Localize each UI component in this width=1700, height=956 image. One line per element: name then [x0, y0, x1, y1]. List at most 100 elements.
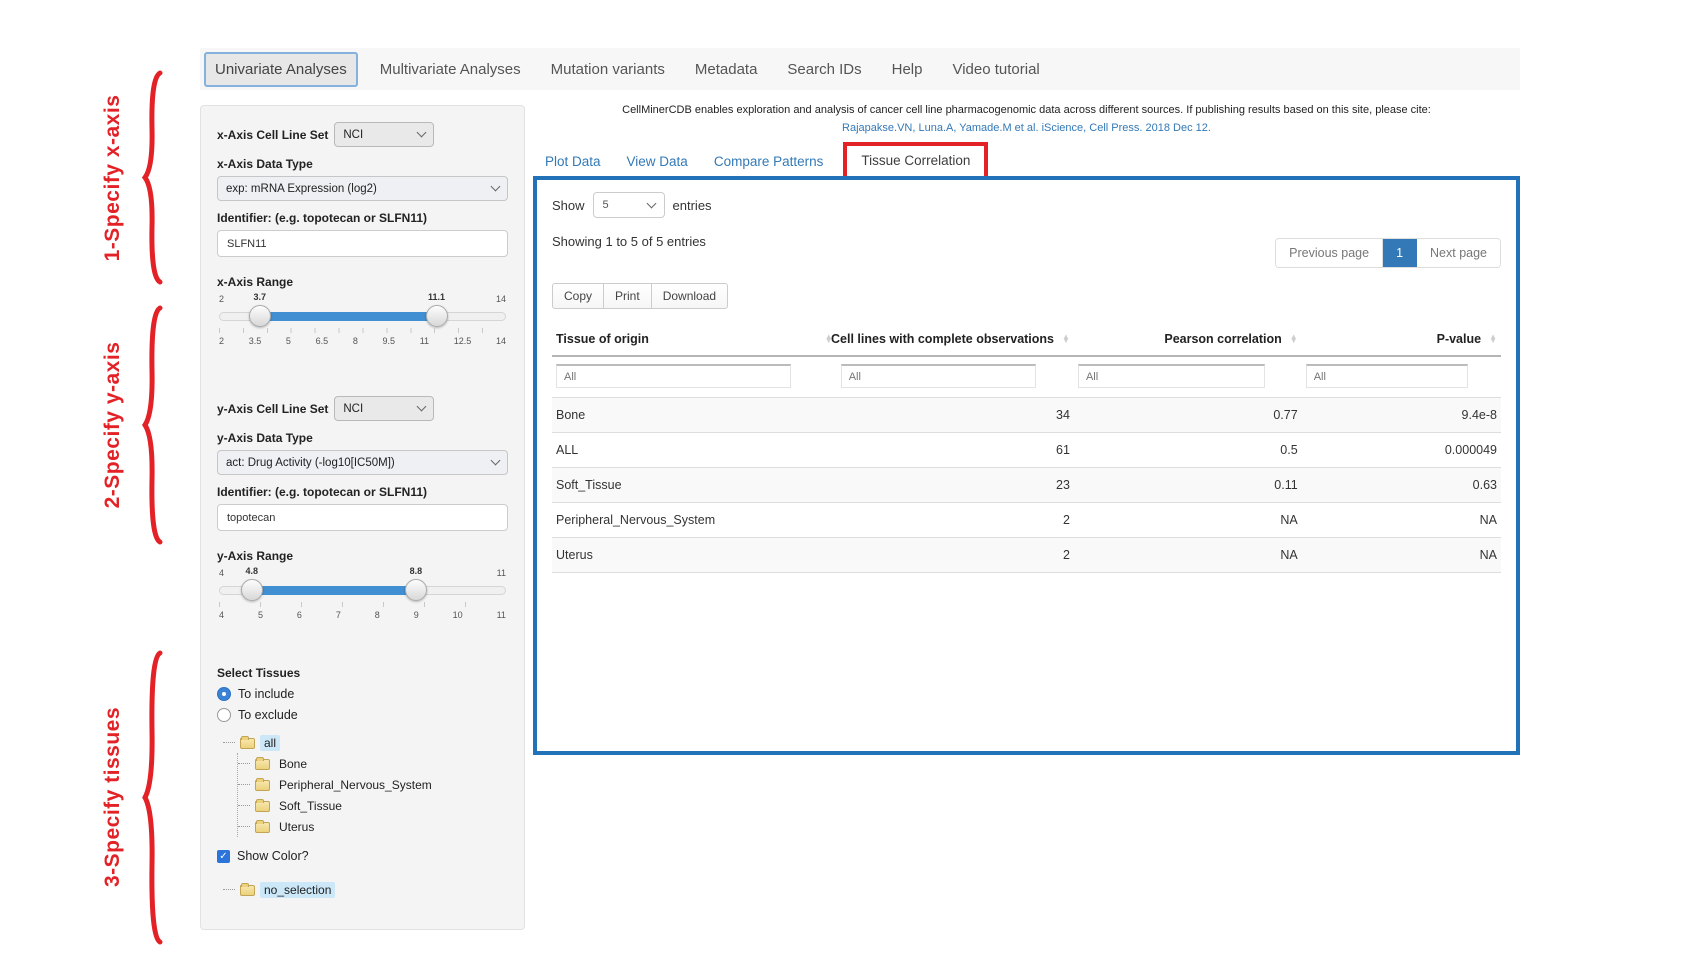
cell-count: 2 — [837, 503, 1074, 538]
show-color-label: Show Color? — [237, 849, 309, 863]
y-axis-cell-line-set-select[interactable]: NCI — [334, 396, 434, 421]
filter-input-p-value[interactable] — [1306, 364, 1469, 388]
to-exclude-radio[interactable]: To exclude — [217, 708, 508, 722]
x-axis-data-type-select[interactable]: exp: mRNA Expression (log2) — [217, 176, 508, 201]
to-include-radio[interactable]: To include — [217, 687, 508, 701]
filter-input-cell-lines[interactable] — [841, 364, 1036, 388]
folder-icon — [255, 822, 270, 833]
sort-icon[interactable]: ▲▼ — [1290, 335, 1298, 344]
sort-icon[interactable]: ▲▼ — [1062, 335, 1070, 344]
x-axis-cell-line-set-select[interactable]: NCI — [334, 122, 434, 147]
chevron-down-icon — [491, 456, 501, 466]
x-range-from-handle[interactable] — [249, 305, 271, 327]
next-page-button[interactable]: Next page — [1417, 239, 1500, 267]
tab-compare-patterns[interactable]: Compare Patterns — [714, 154, 824, 169]
page: 1-Specify x-axis 2-Specify y-axis 3-Spec… — [0, 0, 1700, 956]
no-selection-tree: no_selection — [223, 879, 508, 900]
tab-tissue-correlation[interactable]: Tissue Correlation — [861, 153, 970, 168]
tree-node-label: Peripheral_Nervous_System — [275, 777, 436, 793]
tree-node-peripheral-nervous-system[interactable]: Peripheral_Nervous_System — [238, 774, 508, 795]
step1-label: 1-Specify x-axis — [101, 95, 125, 262]
y-axis-identifier-input[interactable] — [217, 504, 508, 531]
show-color-checkbox[interactable]: ✓ Show Color? — [217, 849, 508, 863]
tree-node-soft-tissue[interactable]: Soft_Tissue — [238, 795, 508, 816]
x-range-to-value: 11.1 — [428, 292, 445, 302]
tree-node-label: Uterus — [275, 819, 318, 835]
nav-tab-label: Univariate Analyses — [215, 61, 347, 78]
filter-input-tissue[interactable] — [556, 364, 791, 388]
folder-icon — [255, 801, 270, 812]
y-range-to-handle[interactable] — [405, 579, 427, 601]
cell-count: 23 — [837, 468, 1074, 503]
radio-selected-icon — [217, 687, 231, 701]
page-number-button[interactable]: 1 — [1383, 239, 1417, 267]
tree-node-no-selection[interactable]: no_selection — [223, 879, 508, 900]
y-range-from-handle[interactable] — [241, 579, 263, 601]
nav-tab-multivariate-analyses[interactable]: Multivariate Analyses — [372, 55, 529, 84]
citation: CellMinerCDB enables exploration and ana… — [533, 104, 1520, 134]
copy-button[interactable]: Copy — [552, 283, 604, 309]
tab-view-data[interactable]: View Data — [627, 154, 688, 169]
x-range-to-handle[interactable] — [426, 305, 448, 327]
entries-count-select[interactable]: 5 — [593, 192, 665, 218]
tick-label: 6 — [297, 610, 302, 620]
nav-tab-label: Multivariate Analyses — [380, 61, 521, 78]
sort-icon[interactable]: ▲▼ — [1489, 335, 1497, 344]
tab-plot-data[interactable]: Plot Data — [545, 154, 601, 169]
column-header-p-value[interactable]: P-value ▲▼ — [1302, 325, 1501, 356]
x-axis-cell-line-set-label: x-Axis Cell Line Set — [217, 128, 328, 142]
y-axis-cell-line-set-label: y-Axis Cell Line Set — [217, 402, 328, 416]
citation-link[interactable]: Rajapakse.VN, Luna.A, Yamade.M et al. iS… — [842, 122, 1211, 134]
nav-tab-search-ids[interactable]: Search IDs — [779, 55, 869, 84]
slider-ticks — [219, 602, 506, 607]
table-row: Bone 34 0.77 9.4e-8 — [552, 398, 1501, 433]
column-header-cell-lines[interactable]: Cell lines with complete observations▲▼ — [837, 325, 1074, 356]
tree-node-uterus[interactable]: Uterus — [238, 816, 508, 837]
cell-tissue: Uterus — [552, 538, 837, 573]
tick-label: 2 — [219, 336, 224, 346]
tree-node-all[interactable]: all — [223, 732, 508, 753]
nav-tab-video-tutorial[interactable]: Video tutorial — [944, 55, 1047, 84]
tick-label: 12.5 — [454, 336, 472, 346]
tree-node-label: no_selection — [260, 882, 335, 898]
nav-tab-univariate-analyses[interactable]: Univariate Analyses — [204, 52, 358, 87]
tree-connector — [238, 784, 250, 785]
download-button[interactable]: Download — [651, 283, 728, 309]
tick-label: 8 — [353, 336, 358, 346]
step1-brace — [138, 70, 164, 285]
nav-tab-label: Metadata — [695, 61, 758, 78]
y-axis-data-type-select[interactable]: act: Drug Activity (-log10[IC50M]) — [217, 450, 508, 475]
tree-connector — [223, 742, 235, 743]
y-range-min: 4 — [219, 568, 224, 578]
chevron-down-icon — [491, 182, 501, 192]
tree-node-bone[interactable]: Bone — [238, 753, 508, 774]
print-button[interactable]: Print — [603, 283, 652, 309]
to-exclude-label: To exclude — [238, 708, 298, 722]
column-label: Cell lines with complete observations — [831, 332, 1054, 346]
citation-text: CellMinerCDB enables exploration and ana… — [622, 104, 1431, 116]
table-row: ALL 61 0.5 0.000049 — [552, 433, 1501, 468]
tree-node-label: Bone — [275, 756, 311, 772]
column-header-tissue-of-origin[interactable]: Tissue of origin▲▼ — [552, 325, 837, 356]
cell-pearson: NA — [1074, 538, 1302, 573]
show-label: Show — [552, 198, 585, 213]
nav-tab-help[interactable]: Help — [884, 55, 931, 84]
chevron-down-icon — [417, 128, 427, 138]
column-label: P-value — [1437, 332, 1481, 346]
nav-tab-mutation-variants[interactable]: Mutation variants — [543, 55, 673, 84]
filter-input-pearson[interactable] — [1078, 364, 1265, 388]
tree-connector — [223, 889, 235, 890]
column-label: Pearson correlation — [1164, 332, 1281, 346]
folder-icon — [255, 780, 270, 791]
tree-node-label: Soft_Tissue — [275, 798, 346, 814]
tissue-correlation-highlight-box: Tissue Correlation — [843, 142, 988, 180]
x-axis-data-type-label: x-Axis Data Type — [217, 157, 508, 171]
column-header-pearson-correlation[interactable]: Pearson correlation ▲▼ — [1074, 325, 1302, 356]
cell-p-value: 0.000049 — [1302, 433, 1501, 468]
x-axis-identifier-input[interactable] — [217, 230, 508, 257]
previous-page-button[interactable]: Previous page — [1276, 239, 1383, 267]
y-axis-data-type-value: act: Drug Activity (-log10[IC50M]) — [226, 457, 395, 469]
chevron-down-icon — [646, 198, 656, 208]
nav-tab-metadata[interactable]: Metadata — [687, 55, 766, 84]
slider-active-bar — [252, 586, 416, 595]
